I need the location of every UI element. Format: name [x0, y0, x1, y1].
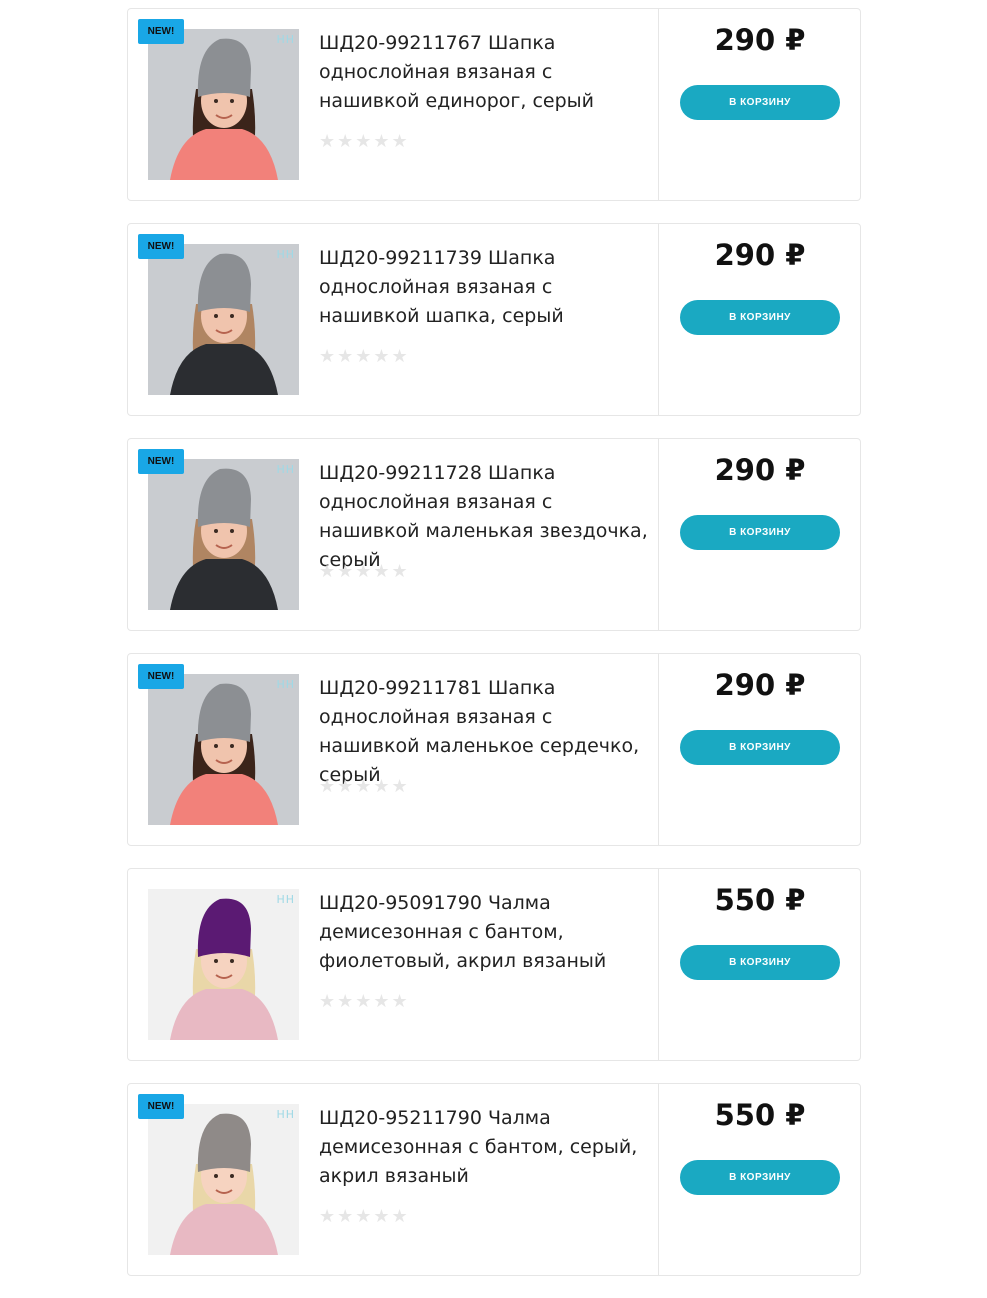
product-title[interactable]: ШД20-99211767 Шапка однослойная вязаная …: [319, 29, 649, 116]
product-list: НН NEW! ШД20-99211767 Шапка однослойная …: [127, 8, 861, 1298]
rating-stars[interactable]: ★★★★★: [319, 1206, 410, 1227]
new-badge: NEW!: [138, 234, 184, 259]
product-photo[interactable]: НН: [148, 459, 299, 610]
product-card-3: НН NEW! ШД20-99211728 Шапка однослойная …: [127, 438, 861, 631]
rating-stars[interactable]: ★★★★★: [319, 776, 410, 797]
brand-watermark: НН: [276, 893, 295, 906]
product-title[interactable]: ШД20-95091790 Чалма демисезонная с банто…: [319, 889, 649, 976]
child-model-image: [148, 244, 299, 395]
new-badge: NEW!: [138, 19, 184, 44]
child-model-image: [148, 1104, 299, 1255]
add-to-cart-button[interactable]: В КОРЗИНУ: [680, 300, 840, 335]
child-model-image: [148, 674, 299, 825]
product-card-1: НН NEW! ШД20-99211767 Шапка однослойная …: [127, 8, 861, 201]
new-badge: NEW!: [138, 664, 184, 689]
product-title[interactable]: ШД20-99211739 Шапка однослойная вязаная …: [319, 244, 649, 331]
product-card-2: НН NEW! ШД20-99211739 Шапка однослойная …: [127, 223, 861, 416]
add-to-cart-button[interactable]: В КОРЗИНУ: [680, 1160, 840, 1195]
add-to-cart-button[interactable]: В КОРЗИНУ: [680, 85, 840, 120]
product-price: 290 ₽: [714, 453, 806, 487]
product-photo[interactable]: НН: [148, 1104, 299, 1255]
price-panel: 290 ₽ В КОРЗИНУ: [658, 439, 861, 630]
product-card-5: НН ШД20-95091790 Чалма демисезонная с ба…: [127, 868, 861, 1061]
rating-stars[interactable]: ★★★★★: [319, 561, 410, 582]
product-price: 550 ₽: [714, 883, 806, 917]
product-price: 290 ₽: [714, 668, 806, 702]
brand-watermark: НН: [276, 678, 295, 691]
price-panel: 550 ₽ В КОРЗИНУ: [658, 1084, 861, 1275]
add-to-cart-button[interactable]: В КОРЗИНУ: [680, 515, 840, 550]
new-badge: NEW!: [138, 449, 184, 474]
brand-watermark: НН: [276, 248, 295, 261]
product-title[interactable]: ШД20-95211790 Чалма демисезонная с банто…: [319, 1104, 649, 1191]
product-photo[interactable]: НН: [148, 889, 299, 1040]
product-title[interactable]: ШД20-99211781 Шапка однослойная вязаная …: [319, 674, 649, 790]
child-model-image: [148, 889, 299, 1040]
product-card-6: НН NEW! ШД20-95211790 Чалма демисезонная…: [127, 1083, 861, 1276]
product-photo[interactable]: НН: [148, 244, 299, 395]
product-photo[interactable]: НН: [148, 29, 299, 180]
rating-stars[interactable]: ★★★★★: [319, 346, 410, 367]
child-model-image: [148, 459, 299, 610]
price-panel: 290 ₽ В КОРЗИНУ: [658, 654, 861, 845]
product-price: 290 ₽: [714, 238, 806, 272]
price-panel: 550 ₽ В КОРЗИНУ: [658, 869, 861, 1060]
rating-stars[interactable]: ★★★★★: [319, 991, 410, 1012]
brand-watermark: НН: [276, 1108, 295, 1121]
product-card-4: НН NEW! ШД20-99211781 Шапка однослойная …: [127, 653, 861, 846]
price-panel: 290 ₽ В КОРЗИНУ: [658, 9, 861, 200]
rating-stars[interactable]: ★★★★★: [319, 131, 410, 152]
brand-watermark: НН: [276, 463, 295, 476]
new-badge: NEW!: [138, 1094, 184, 1119]
child-model-image: [148, 29, 299, 180]
product-price: 550 ₽: [714, 1098, 806, 1132]
add-to-cart-button[interactable]: В КОРЗИНУ: [680, 730, 840, 765]
price-panel: 290 ₽ В КОРЗИНУ: [658, 224, 861, 415]
product-price: 290 ₽: [714, 23, 806, 57]
product-title[interactable]: ШД20-99211728 Шапка однослойная вязаная …: [319, 459, 649, 575]
brand-watermark: НН: [276, 33, 295, 46]
add-to-cart-button[interactable]: В КОРЗИНУ: [680, 945, 840, 980]
product-photo[interactable]: НН: [148, 674, 299, 825]
